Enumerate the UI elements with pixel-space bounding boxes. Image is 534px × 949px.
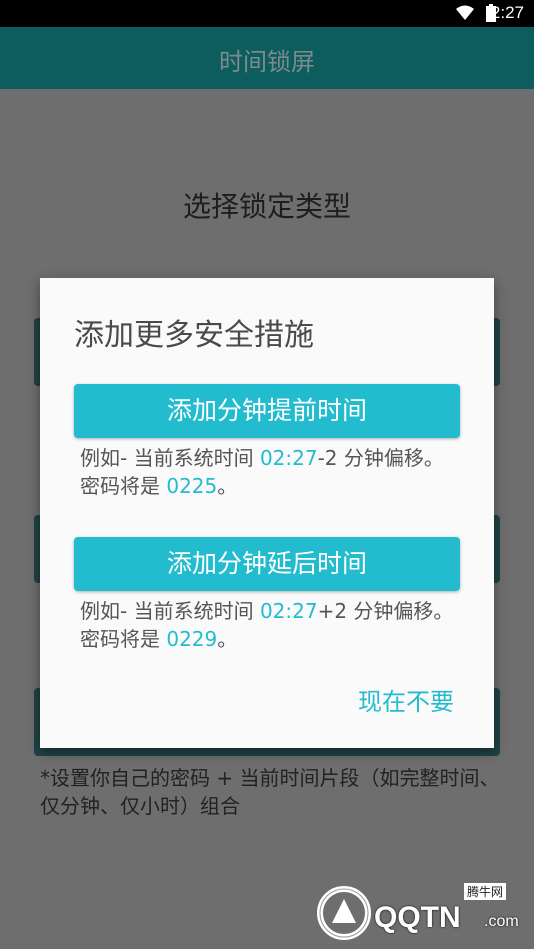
app-bar: 时间锁屏: [0, 27, 534, 89]
page-note: *设置你自己的密码 + 当前时间片段（如完整时间、仅分钟、仅小时）组合: [40, 766, 500, 818]
not-now-button[interactable]: 现在不要: [358, 682, 454, 717]
add-advance-minutes-button[interactable]: 添加分钟提前时间: [74, 384, 460, 438]
delay-example-text: 例如- 当前系统时间 02:27+2 分钟偏移。密码将是 0229。: [80, 599, 454, 651]
watermark-domain: .com: [484, 913, 519, 930]
watermark-label: 腾牛网: [464, 883, 507, 900]
app-title: 时间锁屏: [219, 48, 315, 76]
status-bar: 2:27: [0, 0, 534, 27]
security-dialog: 添加更多安全措施 添加分钟提前时间 例如- 当前系统时间 02:27-2 分钟偏…: [40, 278, 494, 748]
wifi-icon: [456, 5, 474, 25]
watermark: 腾牛网 QQTN .com: [316, 883, 526, 943]
watermark-brand: QQTN: [374, 901, 461, 934]
status-time: 2:27: [490, 3, 524, 22]
advance-example-text: 例如- 当前系统时间 02:27-2 分钟偏移。密码将是 0225。: [80, 446, 444, 498]
dialog-title: 添加更多安全措施: [74, 318, 314, 353]
page-heading: 选择锁定类型: [182, 190, 351, 223]
add-delay-minutes-button[interactable]: 添加分钟延后时间: [74, 537, 460, 591]
